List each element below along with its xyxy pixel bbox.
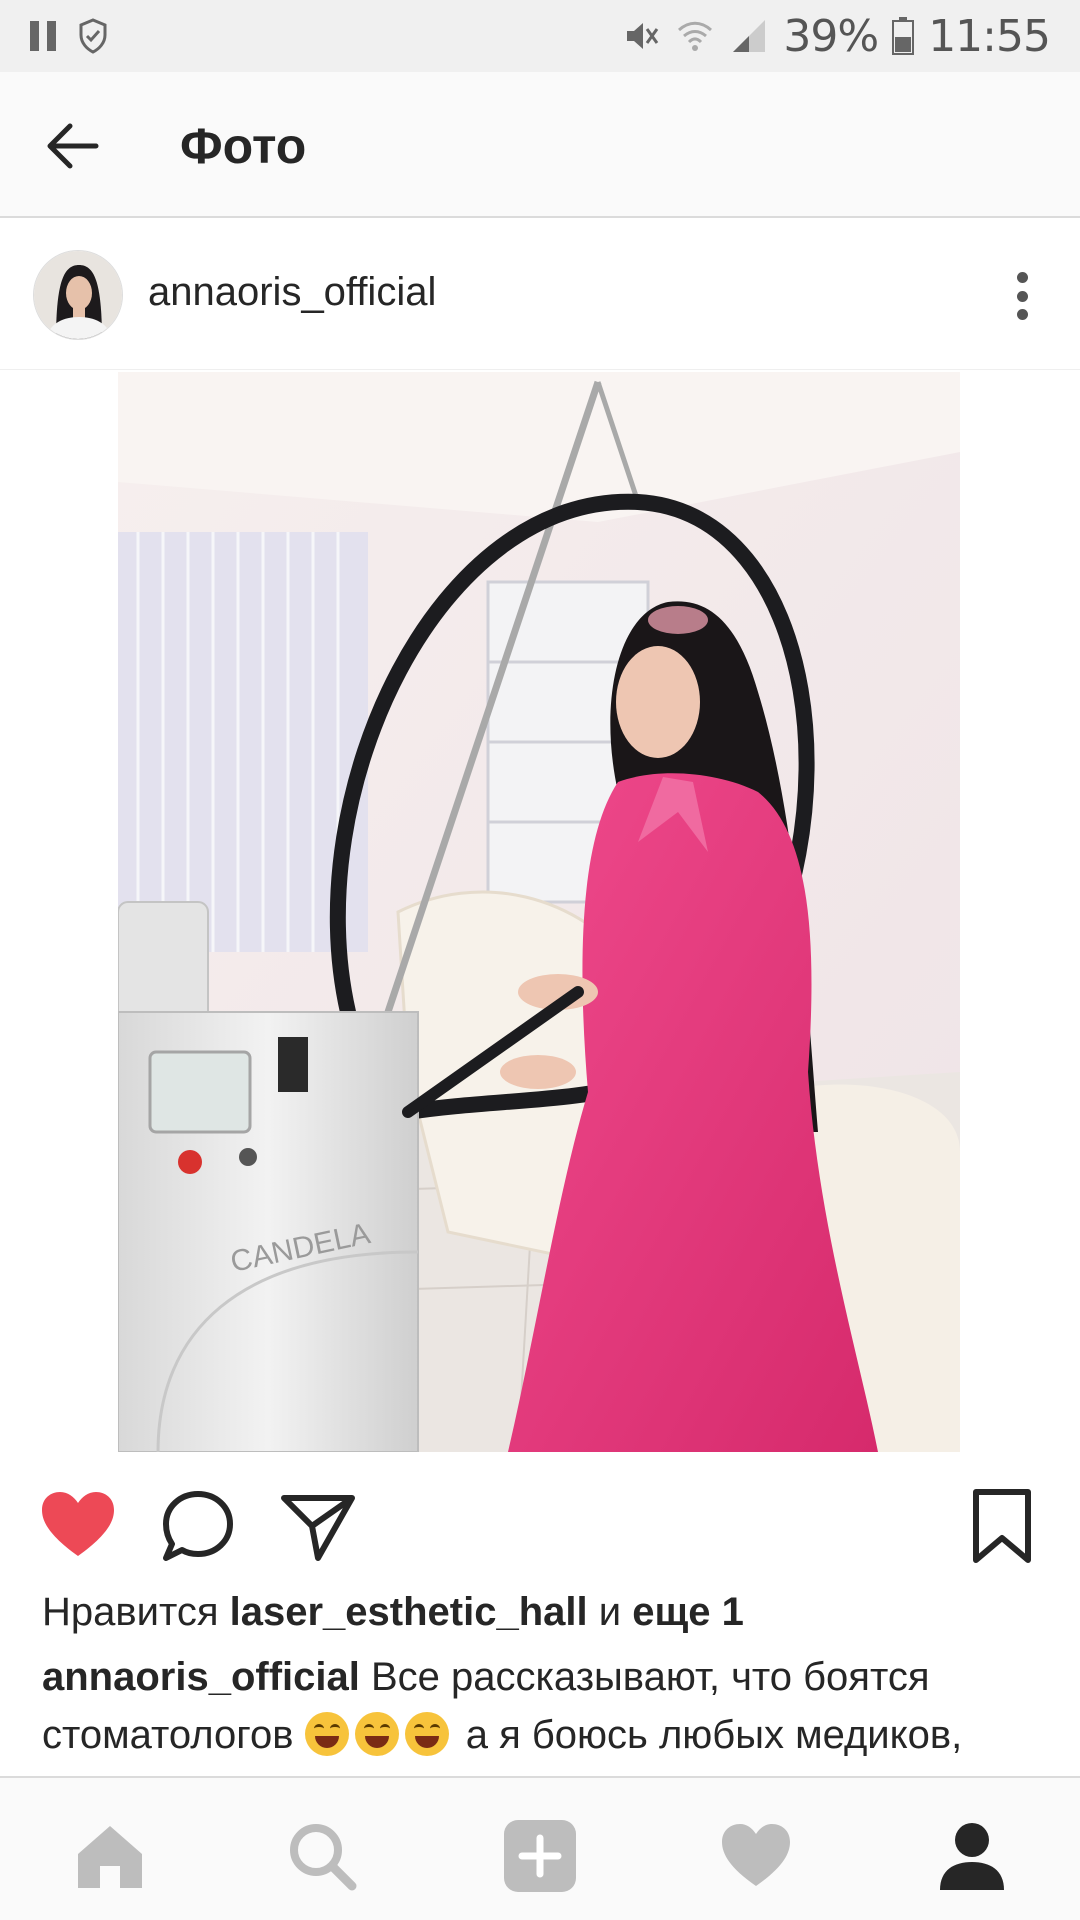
tears-of-joy-emoji-icon <box>404 1712 449 1756</box>
activity-heart-icon[interactable] <box>718 1818 794 1894</box>
more-options-icon[interactable] <box>1000 266 1044 326</box>
share-icon[interactable] <box>278 1486 358 1566</box>
status-bar: 39% 11:55 <box>0 0 1080 72</box>
app-header: Фото <box>0 72 1080 218</box>
clock: 11:55 <box>928 10 1051 62</box>
back-arrow-icon[interactable] <box>40 114 104 178</box>
likes-prefix: Нравится <box>42 1590 219 1634</box>
post-photo-area: CANDELA <box>0 372 1080 1452</box>
post-photo[interactable]: CANDELA <box>118 372 960 1452</box>
post-caption: annaoris_official Все рассказывают, что … <box>42 1648 1042 1774</box>
bookmark-icon[interactable] <box>962 1486 1042 1566</box>
likes-user-link[interactable]: laser_esthetic_hall <box>230 1590 588 1634</box>
profile-icon[interactable] <box>934 1818 1010 1894</box>
like-heart-icon[interactable] <box>38 1486 118 1566</box>
signal-icon <box>733 20 766 52</box>
likes-and: и <box>598 1590 622 1634</box>
comment-icon[interactable] <box>158 1486 238 1566</box>
battery-icon <box>892 17 915 55</box>
avatar[interactable] <box>33 250 123 340</box>
caption-username[interactable]: annaoris_official <box>42 1655 360 1699</box>
search-icon[interactable] <box>284 1818 360 1894</box>
tears-of-joy-emoji-icon <box>304 1712 349 1756</box>
shield-check-icon <box>79 18 107 54</box>
bottom-nav <box>0 1776 1080 1920</box>
page-title: Фото <box>180 118 307 174</box>
post-username[interactable]: annaoris_official <box>148 270 436 315</box>
likes-more-link[interactable]: еще 1 <box>632 1590 744 1634</box>
battery-percent: 39% <box>783 10 879 62</box>
caption-text-2: а я боюсь любых медиков, <box>465 1713 963 1757</box>
tears-of-joy-emoji-icon <box>354 1712 399 1756</box>
mute-icon <box>627 23 659 49</box>
post-header: annaoris_official <box>0 218 1080 370</box>
home-icon[interactable] <box>72 1818 148 1894</box>
pause-icon <box>30 21 56 51</box>
likes-line: Нравится laser_esthetic_hall и еще 1 <box>42 1590 744 1635</box>
post-actions <box>0 1452 1080 1594</box>
wifi-icon <box>678 21 713 51</box>
add-post-icon[interactable] <box>502 1818 578 1894</box>
